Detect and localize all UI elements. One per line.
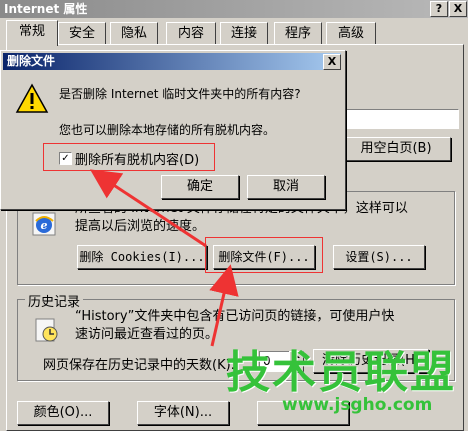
arrow-to-delete-files (209, 264, 239, 347)
watermark-main-text: 技术员联盟 (226, 347, 456, 398)
watermark-url-text: www.jsgho.com (282, 395, 433, 415)
watermark-logo: 技术员联盟 www.jsgho.com (226, 347, 466, 415)
arrow-to-checkbox (89, 169, 207, 248)
